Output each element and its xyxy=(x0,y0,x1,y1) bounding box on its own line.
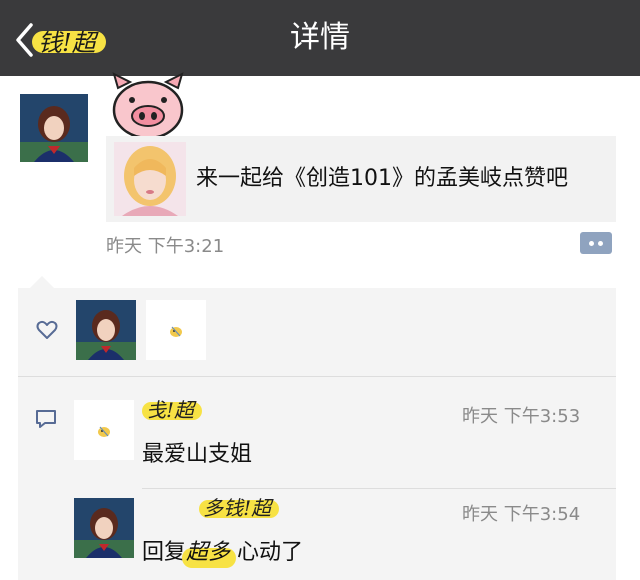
link-title: 来一起给《创造101》的孟美岐点赞吧 xyxy=(196,166,568,191)
comment-text: 回复超多 心动了 xyxy=(142,534,303,566)
comment-text: 最爱山支姐 xyxy=(142,442,253,467)
reply-prefix: 回复 xyxy=(142,540,187,565)
divider xyxy=(18,376,616,377)
link-thumbnail xyxy=(114,142,186,216)
comment-timestamp: 昨天 下午3:53 xyxy=(462,406,581,427)
reply-target-name[interactable]: 超多 xyxy=(186,540,230,565)
comment-icon xyxy=(36,410,56,428)
more-button[interactable] xyxy=(580,232,612,254)
like-avatar[interactable] xyxy=(146,300,206,360)
shared-link-card[interactable]: 来一起给《创造101》的孟美岐点赞吧 xyxy=(106,136,616,222)
comment-avatar[interactable] xyxy=(74,400,134,460)
page-title: 详情 xyxy=(290,20,350,55)
comment-author[interactable]: 戋!超 xyxy=(142,392,203,425)
like-avatar[interactable] xyxy=(76,300,136,360)
post-timestamp: 昨天 下午3:21 xyxy=(106,236,225,257)
panel-pointer xyxy=(30,276,54,288)
nav-bar: 钱!超 详情 xyxy=(0,0,640,76)
comment-timestamp: 昨天 下午3:54 xyxy=(462,504,581,525)
divider xyxy=(142,488,616,489)
comment-author[interactable]: 多钱!超 xyxy=(199,490,280,523)
reply-text: 心动了 xyxy=(237,540,304,565)
heart-icon xyxy=(36,320,58,339)
pig-face-icon xyxy=(108,72,188,140)
more-dots-icon xyxy=(589,240,594,246)
author-avatar[interactable] xyxy=(20,94,88,162)
comment-avatar[interactable] xyxy=(74,498,134,558)
